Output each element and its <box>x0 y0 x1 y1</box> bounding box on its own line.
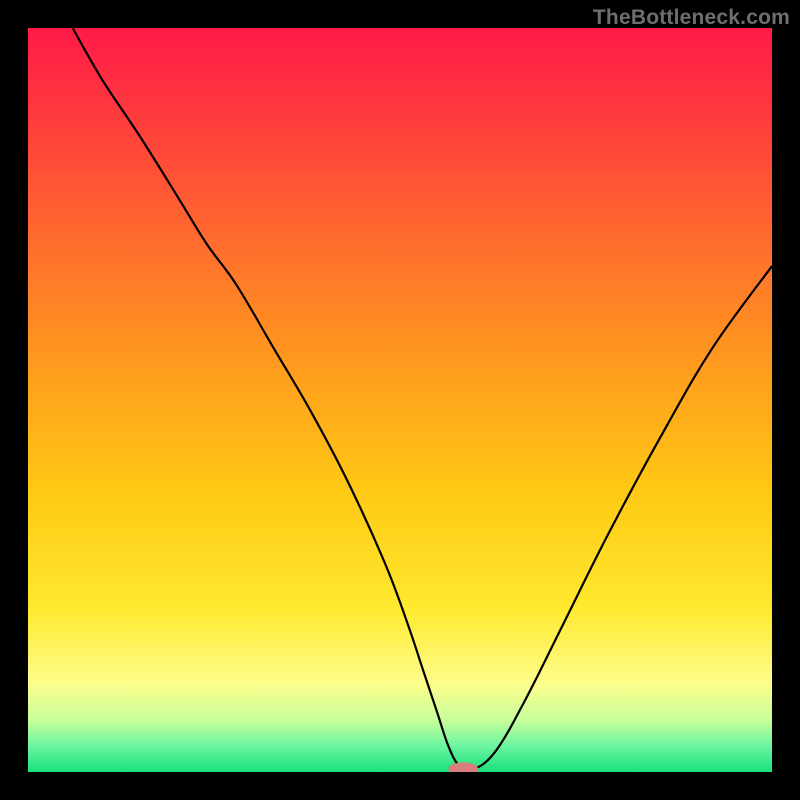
watermark-text: TheBottleneck.com <box>593 6 790 30</box>
gradient-background <box>28 28 772 772</box>
chart-svg <box>28 28 772 772</box>
chart-frame: TheBottleneck.com <box>0 0 800 800</box>
plot-area <box>28 28 772 772</box>
